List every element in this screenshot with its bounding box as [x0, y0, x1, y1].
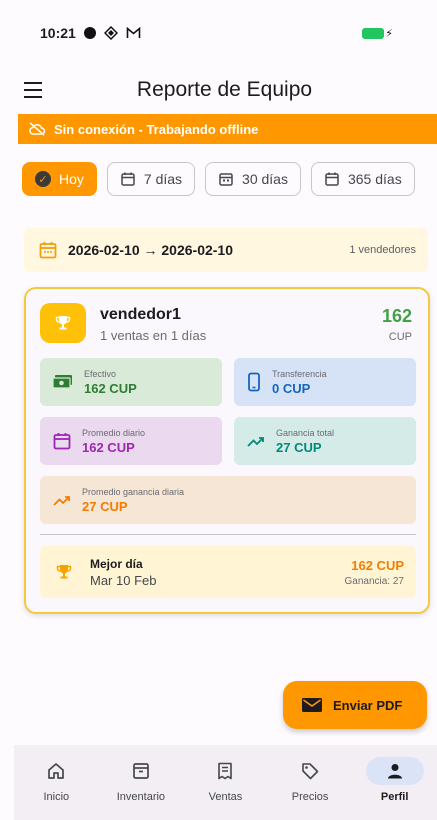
filter-label: 7 días: [143, 171, 183, 187]
nav-label: Ventas: [208, 791, 243, 803]
filter-label: 30 días: [242, 171, 288, 187]
stat-label: Efectivo: [84, 368, 117, 379]
stat-ganancia-total: Ganancia total 27 CUP: [234, 417, 416, 465]
send-pdf-button[interactable]: Enviar PDF: [283, 681, 427, 729]
home-icon: [48, 763, 65, 779]
battery-icon: ⚡: [362, 27, 393, 40]
stat-transferencia: Transferencia 0 CUP: [234, 358, 416, 406]
mail-icon: [302, 698, 322, 712]
check-icon: ✓: [35, 171, 51, 187]
filter-30-dias[interactable]: 30 días: [205, 162, 301, 196]
calendar-icon: [53, 433, 71, 450]
nav-inicio[interactable]: Inicio: [14, 745, 99, 820]
record-icon: [83, 27, 96, 39]
filter-label: 365 días: [347, 171, 402, 187]
nav-precios[interactable]: Precios: [268, 745, 353, 820]
nav-perfil[interactable]: Perfil: [352, 745, 437, 820]
cash-icon: [52, 375, 72, 389]
app-bar: Reporte de Equipo: [0, 66, 437, 114]
seller-card[interactable]: vendedor1 1 ventas en 1 días 162 CUP Efe…: [24, 287, 430, 614]
status-bar: 10:21 ⚡: [0, 0, 437, 66]
bottom-nav: Inicio Inventario Ventas Precios Perfil: [14, 745, 437, 820]
filter-365-dias[interactable]: 365 días: [310, 162, 415, 196]
stat-value: 162 CUP: [84, 380, 137, 396]
nav-label: Inventario: [116, 791, 166, 803]
stat-value: 27 CUP: [276, 439, 322, 455]
stat-label: Promedio ganancia diaria: [82, 486, 185, 497]
stat-label: Ganancia total: [276, 427, 335, 438]
nav-label: Perfil: [380, 791, 409, 803]
nav-label: Precios: [291, 791, 329, 803]
best-day-date: Mar 10 Feb: [90, 572, 157, 588]
phone-icon: [248, 372, 260, 392]
stat-value: 0 CUP: [272, 380, 311, 396]
best-day-label: Mejor día: [90, 556, 143, 571]
menu-icon[interactable]: [24, 78, 52, 102]
stat-value: 162 CUP: [82, 439, 135, 455]
seller-currency: CUP: [388, 331, 412, 343]
receipt-icon: [218, 762, 233, 780]
best-day-gain: Ganancia: 27: [344, 575, 405, 587]
seller-name: vendedor1: [100, 306, 181, 323]
stat-promedio-diario: Promedio diario 162 CUP: [40, 417, 222, 465]
filter-hoy[interactable]: ✓ Hoy: [22, 162, 97, 196]
mail-icon: [126, 27, 141, 38]
page-title: Reporte de Equipo: [136, 78, 313, 101]
divider: [40, 534, 416, 535]
stat-promedio-ganancia: Promedio ganancia diaria 27 CUP: [40, 476, 416, 524]
calendar-year-icon: [325, 172, 339, 186]
best-day-amount: 162 CUP: [351, 557, 404, 573]
tag-icon: [302, 763, 319, 780]
archive-icon: [133, 763, 149, 779]
trending-up-icon: [247, 437, 264, 447]
seller-subtitle: 1 ventas en 1 días: [100, 328, 207, 343]
calendar-icon: [39, 242, 57, 259]
seller-total: 162: [381, 306, 412, 326]
stat-label: Transferencia: [272, 368, 327, 379]
person-icon: [387, 764, 402, 779]
period-filters: ✓ Hoy 7 días 30 días 365 días: [22, 162, 437, 198]
send-pdf-label: Enviar PDF: [333, 697, 403, 713]
nav-label: Inicio: [43, 791, 70, 803]
screen: 10:21 ⚡ Reporte de Equipo Sin conexión -…: [0, 0, 437, 820]
trending-up-icon: [53, 496, 70, 506]
trophy-badge: [40, 303, 86, 343]
calendar-icon: [121, 172, 135, 186]
status-time: 10:21: [40, 25, 76, 41]
stat-efectivo: Efectivo 162 CUP: [40, 358, 222, 406]
nav-ventas[interactable]: Ventas: [183, 745, 268, 820]
best-day-row: Mejor día Mar 10 Feb 162 CUP Ganancia: 2…: [40, 546, 416, 598]
filter-label: Hoy: [59, 171, 84, 187]
stat-value: 27 CUP: [82, 498, 128, 514]
stat-label: Promedio diario: [82, 427, 146, 438]
trophy-icon: [56, 565, 72, 579]
date-range-text: 2026-02-10 → 2026-02-10: [68, 242, 234, 258]
sellers-count: 1 vendedores: [349, 244, 416, 256]
date-range-bar: 2026-02-10 → 2026-02-10 1 vendedores: [24, 228, 428, 272]
trophy-icon: [55, 316, 71, 330]
calendar-month-icon: [219, 173, 233, 186]
filter-7-dias[interactable]: 7 días: [106, 162, 196, 196]
nav-inventario[interactable]: Inventario: [99, 745, 184, 820]
offline-banner: Sin conexión - Trabajando offline: [18, 114, 437, 144]
cloud-off-icon: [29, 122, 46, 136]
network-icon: [103, 26, 118, 40]
offline-text: Sin conexión - Trabajando offline: [54, 121, 259, 137]
